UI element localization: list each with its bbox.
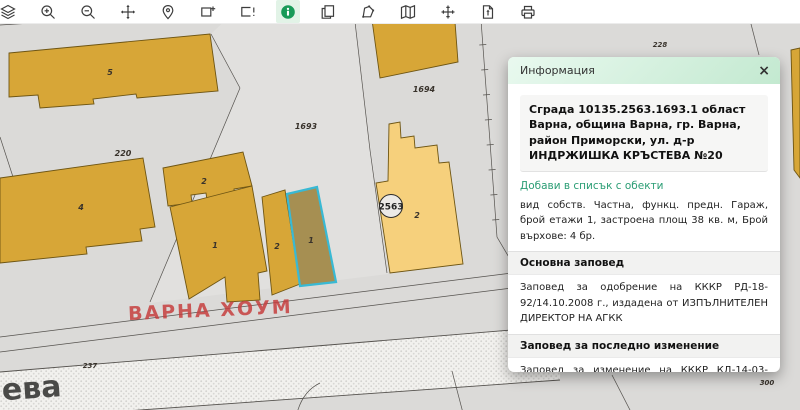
map-label-parcel-220: 220 — [115, 149, 132, 158]
map-label-237: 237 — [83, 362, 98, 370]
tool-pan[interactable] — [116, 0, 140, 23]
info-panel-header: Информация × — [508, 57, 780, 84]
zoom-in-icon — [41, 4, 55, 19]
map-label-parcel-1693: 1693 — [295, 122, 318, 131]
copy-pages-icon — [321, 4, 335, 19]
layers-icon — [0, 4, 16, 19]
section-heading-main-order: Основна заповед — [508, 251, 780, 276]
tool-copy-object[interactable] — [316, 0, 340, 23]
tool-export[interactable] — [476, 0, 500, 23]
map-label-parcel-1694: 1694 — [413, 85, 436, 94]
tool-print[interactable] — [516, 0, 540, 23]
info-icon — [281, 4, 295, 19]
tool-extent-info[interactable] — [236, 0, 260, 23]
location-pin-icon — [162, 4, 174, 19]
map-label-region-2563: 2563 — [378, 203, 403, 213]
map-label-building-1a: 1 — [212, 241, 218, 250]
map-label-building-2c: 2 — [414, 211, 420, 220]
extent-exclamation-icon — [241, 6, 255, 17]
polygon-draw-icon — [362, 5, 375, 18]
folded-map-icon — [400, 4, 416, 19]
map-label-building-2a: 2 — [201, 177, 207, 186]
object-title: Сграда 10135.2563.1693.1 област Варна, о… — [520, 95, 768, 172]
select-area-icon — [201, 6, 216, 17]
info-panel-body: Сграда 10135.2563.1693.1 област Варна, о… — [508, 84, 780, 372]
section-heading-last-amendment: Заповед за последно изменение — [508, 333, 780, 358]
map-label-selected-building: 1 — [308, 236, 314, 245]
object-attributes: вид собств. Частна, функц. предн. Гараж,… — [520, 199, 768, 242]
tool-map-sheets[interactable] — [396, 0, 420, 23]
map-label-300: 300 — [760, 379, 775, 387]
tool-locate[interactable] — [156, 0, 180, 23]
map-label-building-5: 5 — [107, 68, 113, 77]
tool-select-area[interactable] — [196, 0, 220, 23]
map-label-parcel-228: 228 — [653, 41, 668, 49]
zoom-out-icon — [81, 4, 95, 19]
map-toolbar — [0, 0, 800, 24]
add-to-list-link[interactable]: Добави в списък с обекти — [520, 180, 768, 192]
tool-coordinates[interactable] — [436, 0, 460, 23]
tool-draw-polygon[interactable] — [356, 0, 380, 23]
tool-layers[interactable] — [0, 0, 20, 23]
map-label-building-2b: 2 — [274, 242, 280, 251]
tool-zoom-out[interactable] — [76, 0, 100, 23]
export-page-icon — [482, 4, 494, 19]
tool-info[interactable] — [276, 0, 300, 23]
crosshair-coordinates-icon — [441, 5, 455, 18]
map-label-building-4: 4 — [77, 203, 84, 212]
info-panel: Информация × Сграда 10135.2563.1693.1 об… — [508, 57, 780, 372]
info-panel-title: Информация — [520, 64, 595, 77]
printer-icon — [521, 5, 535, 19]
pan-icon — [120, 4, 136, 19]
section-text-main-order: Заповед за одобрение на КККР РД-18-92/14… — [520, 282, 768, 325]
street-name-label: ева — [1, 369, 63, 408]
section-text-last-amendment: Заповед за изменение на КККР КД-14-03-19… — [520, 364, 768, 372]
tool-zoom-in[interactable] — [36, 0, 60, 23]
close-icon[interactable]: × — [758, 64, 770, 78]
